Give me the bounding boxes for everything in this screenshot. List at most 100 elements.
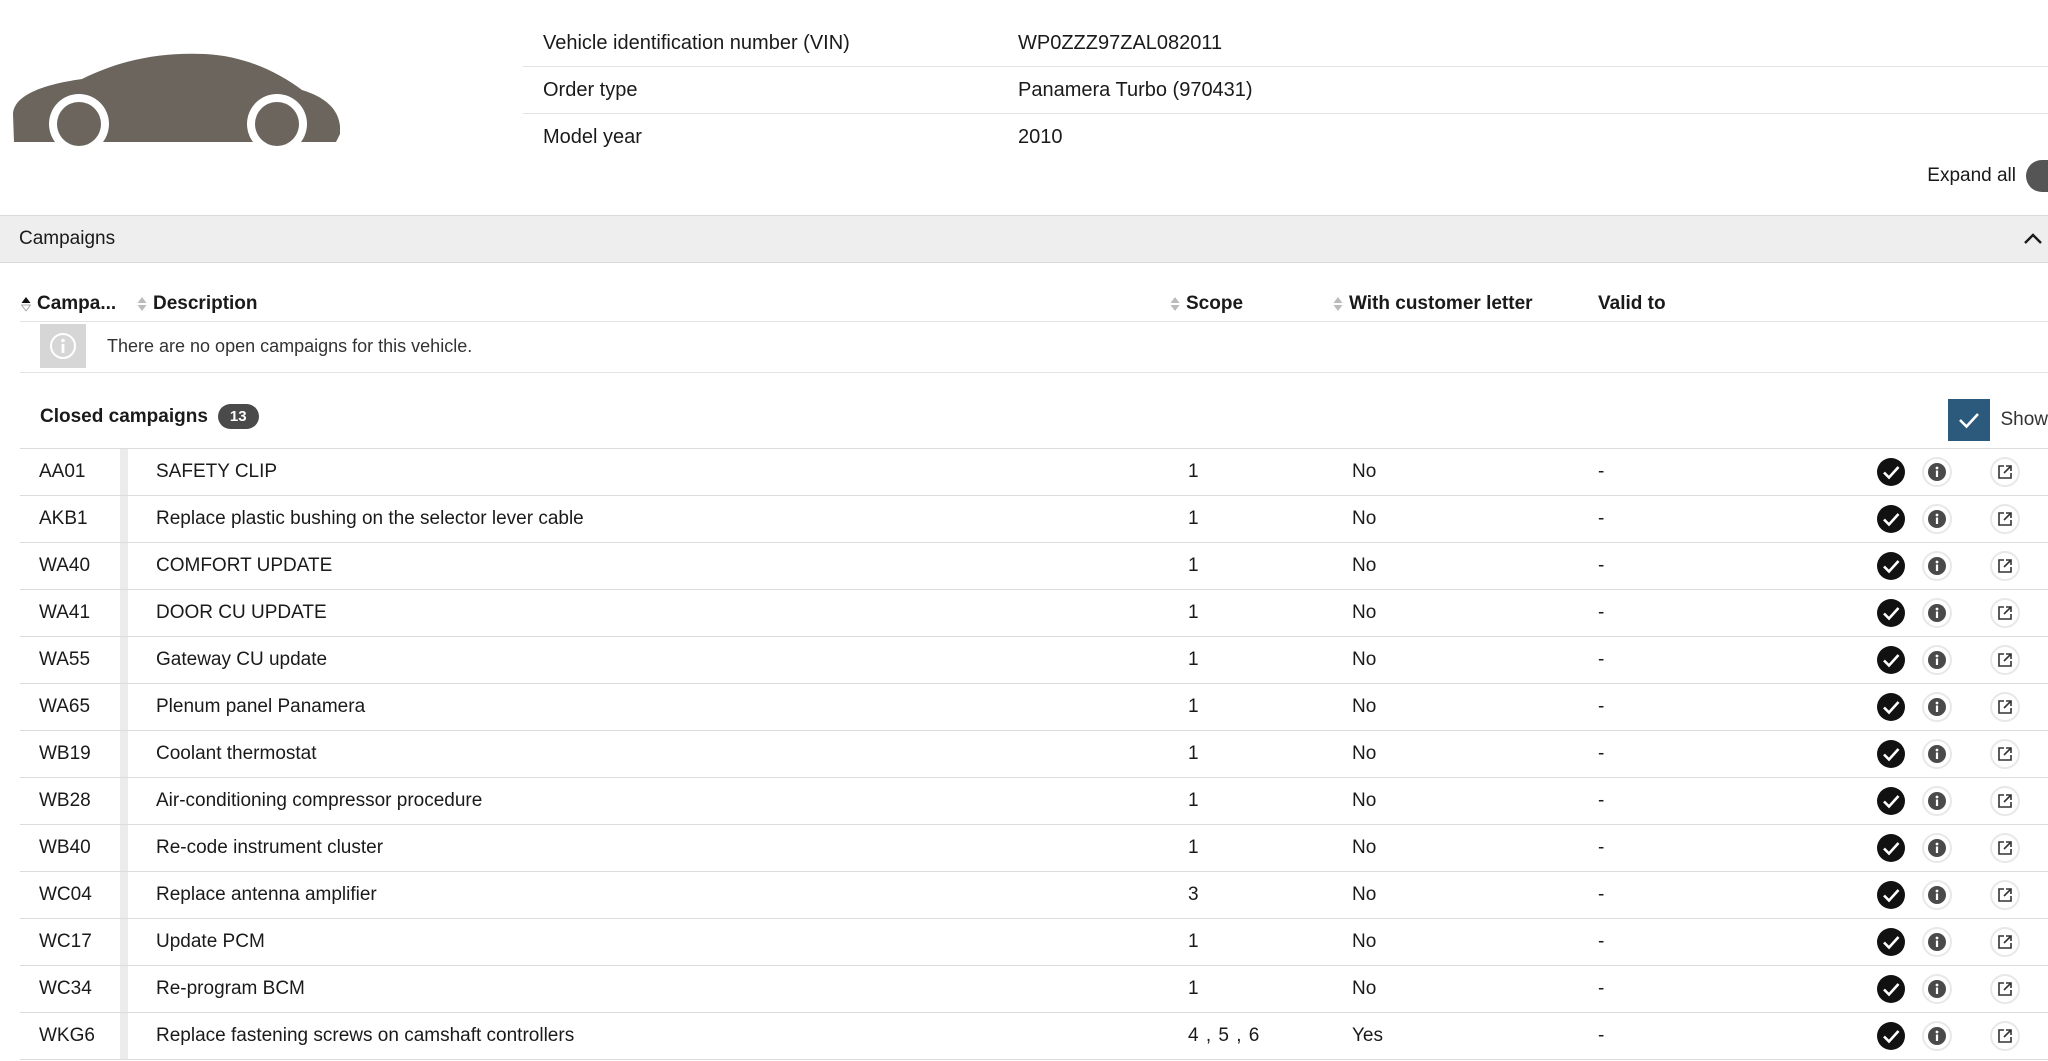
external-link-icon[interactable]	[1990, 872, 2020, 918]
col-valid-to-label: Valid to	[1598, 293, 1666, 314]
external-link-icon[interactable]	[1990, 684, 2020, 730]
campaign-scope: 1	[1188, 931, 1200, 952]
col-scope-label: Scope	[1186, 293, 1244, 314]
campaign-customer-letter: No	[1352, 931, 1377, 952]
campaign-customer-letter: Yes	[1352, 1025, 1383, 1046]
closed-campaigns-title: Closed campaigns	[40, 405, 208, 427]
table-row: WC34 Re-program BCM 1 No -	[20, 966, 2048, 1013]
campaign-customer-letter: No	[1352, 790, 1377, 811]
col-campaign[interactable]: Campa...	[21, 293, 116, 315]
campaign-description: Air-conditioning compressor procedure	[156, 790, 483, 811]
external-link-icon[interactable]	[1990, 543, 2020, 589]
table-row: AKB1 Replace plastic bushing on the sele…	[20, 496, 2048, 543]
show-checkbox[interactable]	[1948, 399, 1991, 441]
col-valid-to[interactable]: Valid to	[1598, 293, 1666, 315]
info-circle-icon[interactable]	[1922, 872, 1952, 918]
campaign-code: WA55	[39, 649, 91, 670]
external-link-icon[interactable]	[1990, 919, 2020, 965]
campaign-description: Update PCM	[156, 931, 265, 952]
row-separator	[120, 449, 128, 495]
campaign-scope: 1	[1188, 461, 1200, 482]
campaign-valid-to: -	[1598, 555, 1605, 576]
campaign-customer-letter: No	[1352, 508, 1377, 529]
check-circle-icon	[1876, 731, 1906, 777]
info-circle-icon[interactable]	[1922, 966, 1952, 1012]
vin-row: Vehicle identification number (VIN) WP0Z…	[523, 20, 2048, 67]
info-circle-icon[interactable]	[1922, 731, 1952, 777]
table-row: WB19 Coolant thermostat 1 No -	[20, 731, 2048, 778]
expand-all-toggle[interactable]	[2026, 160, 2048, 192]
external-link-icon[interactable]	[1990, 496, 2020, 542]
vin-value: WP0ZZZ97ZAL082011	[1018, 31, 1223, 54]
info-circle-icon[interactable]	[1922, 1013, 1952, 1059]
table-row: WA65 Plenum panel Panamera 1 No -	[20, 684, 2048, 731]
row-separator	[120, 966, 128, 1012]
expand-all-label: Expand all	[1927, 165, 2016, 186]
table-row: WA55 Gateway CU update 1 No -	[20, 637, 2048, 684]
external-link-icon[interactable]	[1990, 590, 2020, 636]
vin-label: Vehicle identification number (VIN)	[543, 31, 850, 54]
campaign-customer-letter: No	[1352, 743, 1377, 764]
info-circle-icon[interactable]	[1922, 496, 1952, 542]
campaigns-section-header[interactable]: Campaigns	[0, 215, 2048, 263]
external-link-icon[interactable]	[1990, 449, 2020, 495]
campaign-code: WC17	[39, 931, 92, 952]
campaign-description: DOOR CU UPDATE	[156, 602, 327, 623]
table-row: WKG6 Replace fastening screws on camshaf…	[20, 1013, 2048, 1060]
info-circle-icon[interactable]	[1922, 543, 1952, 589]
car-silhouette-icon	[13, 53, 340, 154]
campaign-valid-to: -	[1598, 696, 1605, 717]
info-circle-icon[interactable]	[1922, 449, 1952, 495]
col-description[interactable]: Description	[137, 293, 258, 315]
check-circle-icon	[1876, 825, 1906, 871]
campaign-scope: 1	[1188, 602, 1200, 623]
vehicle-info-table: Vehicle identification number (VIN) WP0Z…	[523, 20, 2048, 160]
campaign-scope: 1	[1188, 555, 1200, 576]
external-link-icon[interactable]	[1990, 966, 2020, 1012]
info-circle-icon[interactable]	[1922, 919, 1952, 965]
info-circle-icon[interactable]	[1922, 778, 1952, 824]
info-circle-icon[interactable]	[1922, 590, 1952, 636]
campaign-description: Replace fastening screws on camshaft con…	[156, 1025, 575, 1046]
row-separator	[120, 590, 128, 636]
model-year-row: Model year 2010	[523, 114, 2048, 160]
external-link-icon[interactable]	[1990, 1013, 2020, 1059]
campaign-customer-letter: No	[1352, 978, 1377, 999]
col-scope[interactable]: Scope	[1170, 293, 1243, 315]
info-circle-icon[interactable]	[1922, 684, 1952, 730]
campaign-valid-to: -	[1598, 1025, 1605, 1046]
campaign-description: COMFORT UPDATE	[156, 555, 333, 576]
external-link-icon[interactable]	[1990, 825, 2020, 871]
campaign-valid-to: -	[1598, 461, 1605, 482]
campaign-scope: 1	[1188, 837, 1200, 858]
col-customer-letter[interactable]: With customer letter	[1333, 293, 1533, 315]
table-row: WC04 Replace antenna amplifier 3 No -	[20, 872, 2048, 919]
campaign-valid-to: -	[1598, 649, 1605, 670]
table-row: WA40 COMFORT UPDATE 1 No -	[20, 543, 2048, 590]
check-circle-icon	[1876, 637, 1906, 683]
order-type-value: Panamera Turbo (970431)	[1018, 78, 1253, 101]
table-row: WC17 Update PCM 1 No -	[20, 919, 2048, 966]
info-circle-icon[interactable]	[1922, 637, 1952, 683]
table-header: Campa... Description Scope With customer…	[20, 287, 2048, 322]
external-link-icon[interactable]	[1990, 731, 2020, 777]
info-circle-icon[interactable]	[1922, 825, 1952, 871]
show-closed-toggle[interactable]: Show	[1948, 399, 2048, 441]
campaign-description: Plenum panel Panamera	[156, 696, 366, 717]
campaign-customer-letter: No	[1352, 602, 1377, 623]
sort-icon	[1170, 297, 1180, 311]
campaign-code: WA40	[39, 555, 91, 576]
external-link-icon[interactable]	[1990, 778, 2020, 824]
chevron-up-icon[interactable]	[2022, 228, 2044, 250]
campaign-valid-to: -	[1598, 837, 1605, 858]
row-separator	[120, 778, 128, 824]
campaign-description: Re-program BCM	[156, 978, 305, 999]
campaign-scope: 1	[1188, 508, 1200, 529]
external-link-icon[interactable]	[1990, 637, 2020, 683]
row-separator	[120, 637, 128, 683]
row-separator	[120, 872, 128, 918]
campaign-customer-letter: No	[1352, 696, 1377, 717]
check-circle-icon	[1876, 449, 1906, 495]
model-year-label: Model year	[543, 125, 642, 148]
expand-all-control[interactable]: Expand all	[1927, 160, 2048, 192]
